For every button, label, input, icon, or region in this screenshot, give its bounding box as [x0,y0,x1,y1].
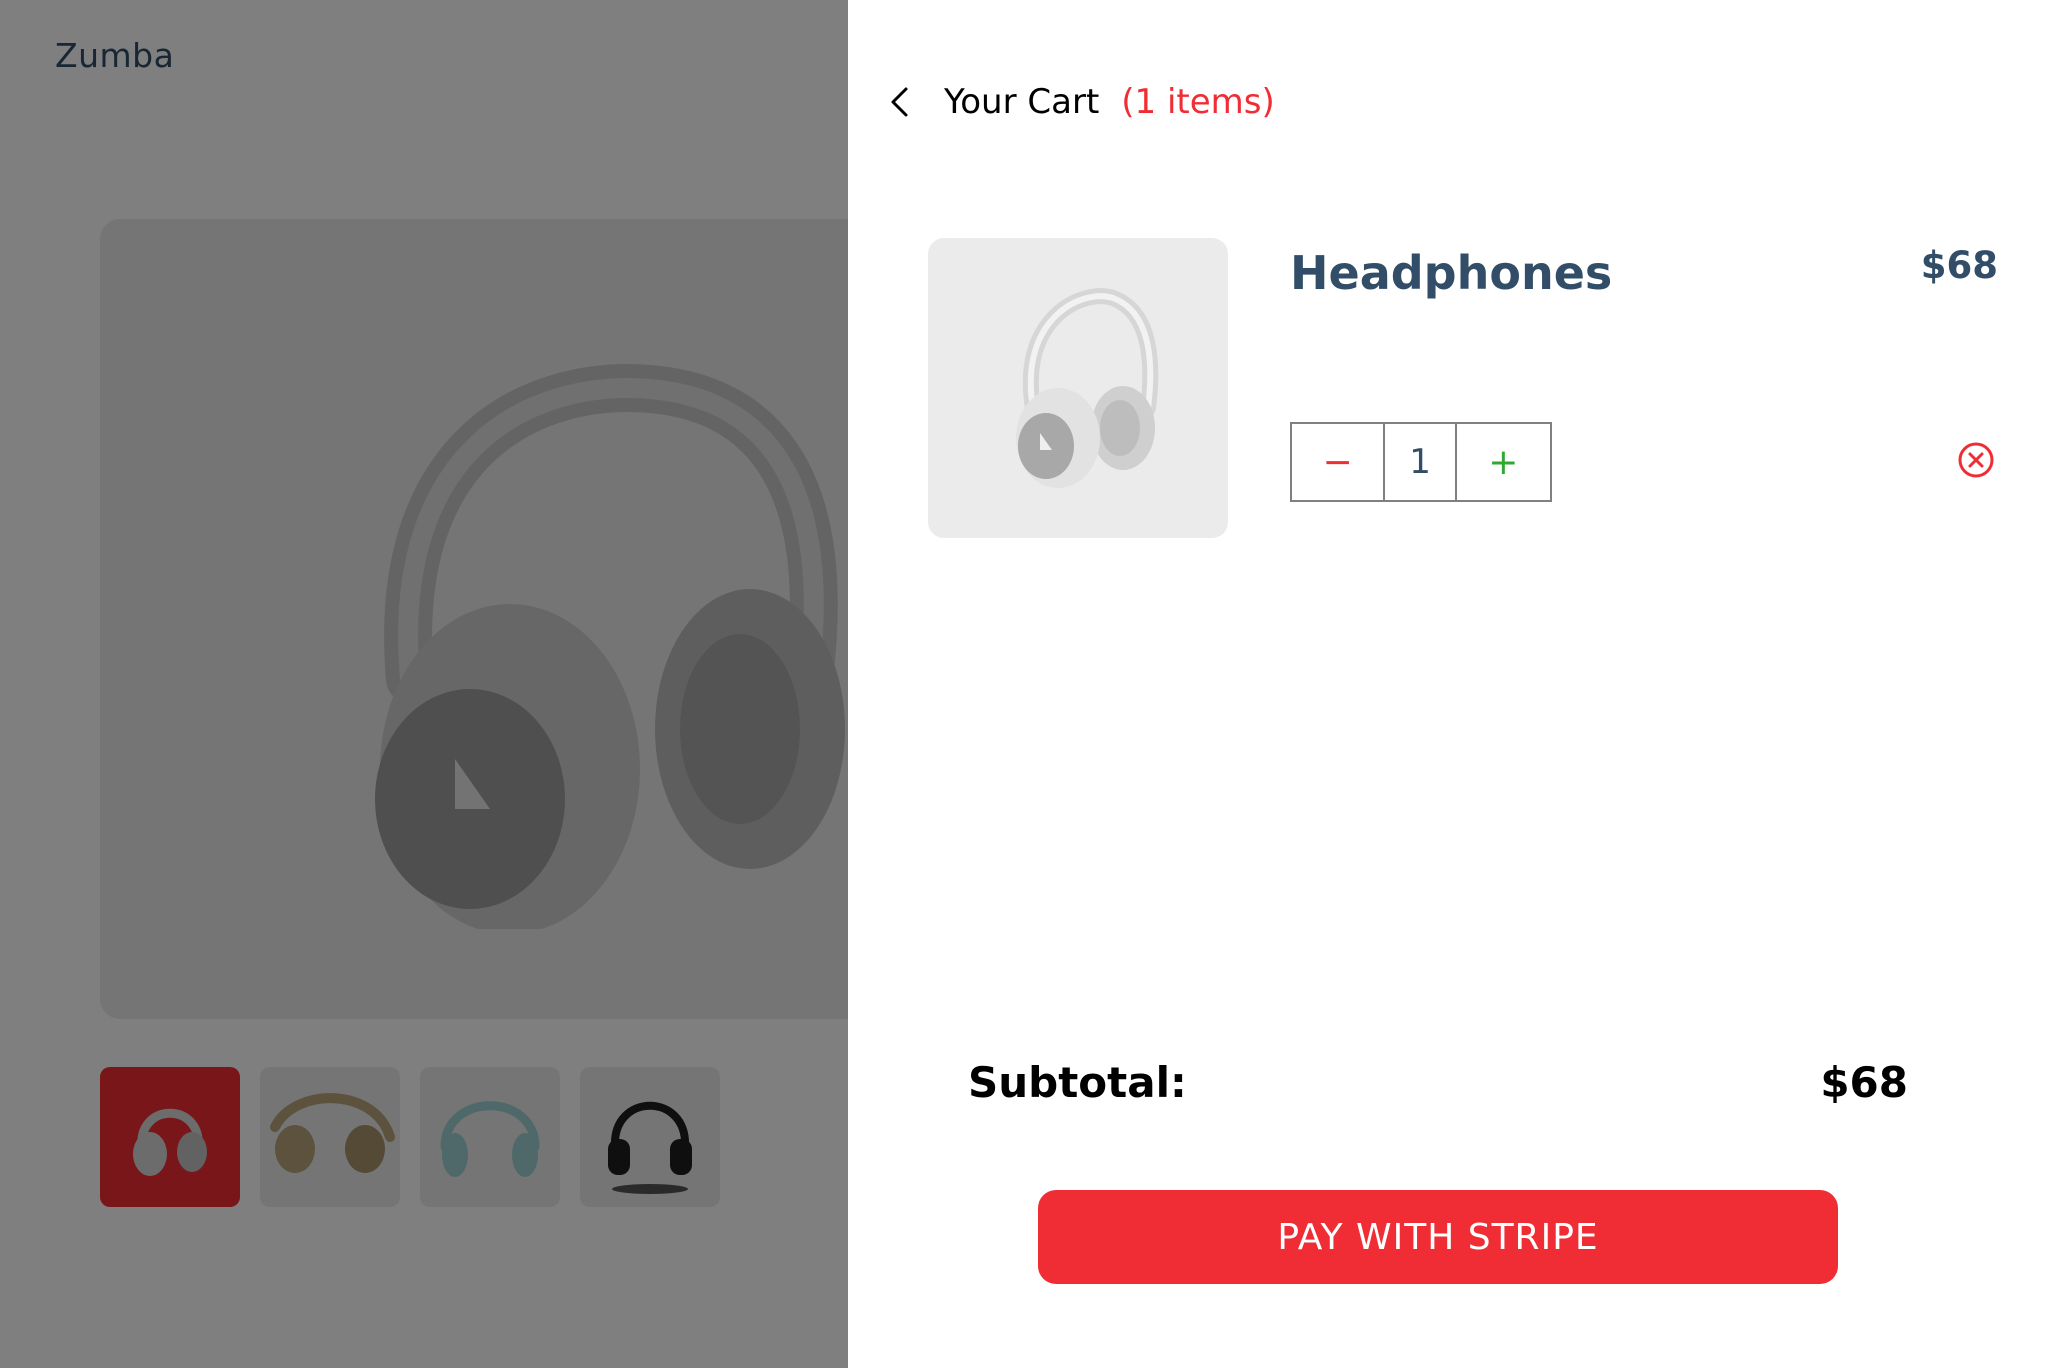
page: Zumba [0,0,2048,1368]
increase-quantity-button[interactable]: + [1457,424,1550,500]
subtotal-value: $68 [1820,1058,1908,1107]
remove-item-button[interactable] [1956,440,1996,480]
cart-item-count: (1 items) [1121,82,1275,122]
cart-item: Headphones $68 − 1 + [928,238,1998,538]
quantity-stepper: − 1 + [1290,422,1552,502]
close-circle-icon [1958,442,1994,478]
subtotal-label: Subtotal: [968,1058,1187,1107]
cart-item-image [928,238,1228,538]
pay-with-stripe-button[interactable]: PAY WITH STRIPE [1038,1190,1838,1284]
cart-item-name: Headphones [1290,246,1613,300]
decrease-quantity-button[interactable]: − [1292,424,1386,500]
quantity-value: 1 [1385,424,1457,500]
chevron-left-icon [888,82,928,122]
subtotal-row: Subtotal: $68 [968,1058,1908,1107]
cart-heading-back-button[interactable]: Your Cart (1 items) [888,82,1275,122]
cart-item-price: $68 [1920,244,1998,287]
cart-drawer: Your Cart (1 items) Headphones $68 − 1 +… [848,0,2048,1368]
headphones-image [1016,288,1159,488]
cart-title: Your Cart [944,82,1100,122]
